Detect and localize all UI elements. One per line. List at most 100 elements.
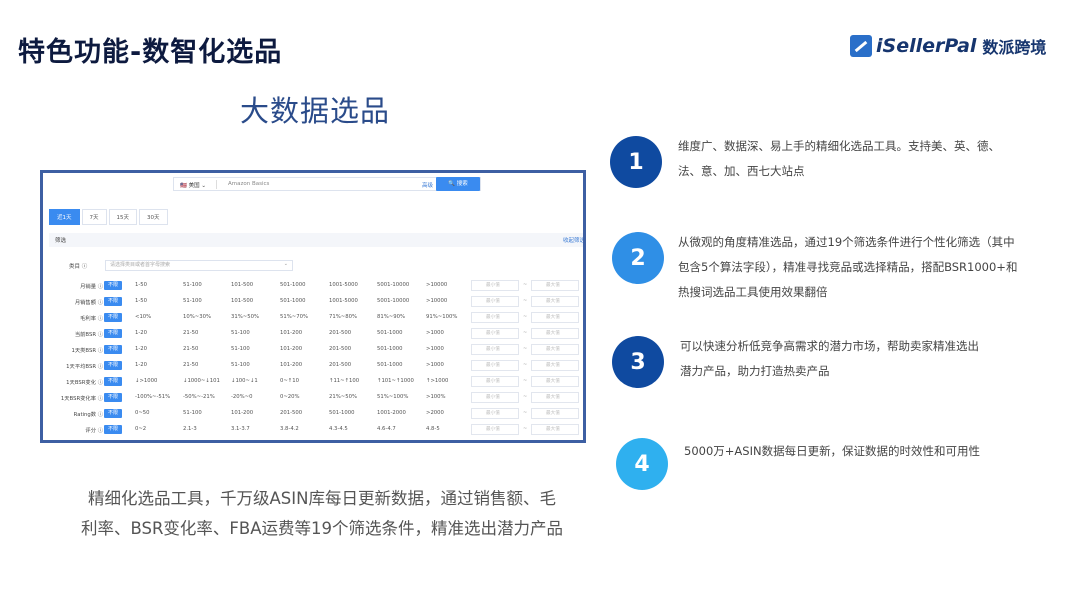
- filter-option[interactable]: 21-50: [183, 362, 198, 368]
- min-value-input[interactable]: 最小值: [471, 296, 519, 307]
- filter-option[interactable]: >1000: [426, 330, 444, 336]
- filter-option[interactable]: >1000: [426, 346, 444, 352]
- filter-option[interactable]: ↓1000~↓101: [183, 378, 220, 384]
- min-value-input[interactable]: 最小值: [471, 280, 519, 291]
- filter-option[interactable]: >10000: [426, 298, 447, 304]
- filter-option[interactable]: 1-20: [135, 346, 147, 352]
- filter-option[interactable]: 21-50: [183, 346, 198, 352]
- filter-option[interactable]: 4.3-4.5: [329, 426, 348, 432]
- filter-option[interactable]: 1001-2000: [377, 410, 406, 416]
- filter-option[interactable]: 501-1000: [377, 362, 403, 368]
- filter-option[interactable]: 4.8-5: [426, 426, 440, 432]
- filter-option[interactable]: 201-500: [329, 346, 351, 352]
- filter-option[interactable]: 1-50: [135, 298, 147, 304]
- filter-option[interactable]: 51%~70%: [280, 314, 308, 320]
- filter-option[interactable]: 201-500: [280, 410, 302, 416]
- max-value-input[interactable]: 最大值: [531, 312, 579, 323]
- filter-option[interactable]: -20%~0: [231, 394, 253, 400]
- filter-option[interactable]: 501-1000: [377, 330, 403, 336]
- max-value-input[interactable]: 最大值: [531, 280, 579, 291]
- filter-option[interactable]: 2.1-3: [183, 426, 197, 432]
- filter-option[interactable]: 51-100: [183, 282, 202, 288]
- filter-option[interactable]: 51%~100%: [377, 394, 408, 400]
- min-value-input[interactable]: 最小值: [471, 312, 519, 323]
- filter-option[interactable]: 201-500: [329, 442, 351, 443]
- filter-option[interactable]: ↓100~↓1: [231, 378, 258, 384]
- filter-option[interactable]: 201-500: [329, 362, 351, 368]
- filter-option[interactable]: >10000: [426, 282, 447, 288]
- category-select[interactable]: 请选择类目或者首字母搜索: [105, 260, 293, 271]
- filter-option[interactable]: 51-100: [231, 330, 250, 336]
- filter-option[interactable]: 0~20%: [280, 394, 300, 400]
- filter-option[interactable]: 51-100: [231, 346, 250, 352]
- filter-option[interactable]: 101-200: [280, 346, 302, 352]
- advanced-search-link[interactable]: 高级: [422, 181, 433, 189]
- country-select[interactable]: 🇺🇸 美国 ⌄: [180, 181, 206, 189]
- filter-option[interactable]: 1001-5000: [329, 298, 358, 304]
- filter-option[interactable]: 101-500: [231, 298, 253, 304]
- filter-option[interactable]: 0~10: [135, 442, 150, 443]
- filter-option[interactable]: 501-1000: [280, 282, 306, 288]
- unlimited-button[interactable]: 不限: [104, 297, 122, 306]
- max-value-input[interactable]: 最大值: [531, 296, 579, 307]
- unlimited-button[interactable]: 不限: [104, 377, 122, 386]
- filter-option[interactable]: 4.6-4.7: [377, 426, 396, 432]
- filter-option[interactable]: 51-100: [183, 410, 202, 416]
- filter-option[interactable]: 1-50: [135, 282, 147, 288]
- filter-option[interactable]: ↑>1000: [426, 378, 448, 384]
- filter-option[interactable]: ↓>1000: [135, 378, 157, 384]
- filter-option[interactable]: 31%~50%: [231, 314, 259, 320]
- filter-option[interactable]: ↑11~↑100: [329, 378, 359, 384]
- filter-option[interactable]: 51-100: [183, 298, 202, 304]
- tab-15days[interactable]: 15天: [108, 209, 137, 225]
- filter-option[interactable]: 101-200: [280, 330, 302, 336]
- filter-option[interactable]: 0~2: [135, 426, 146, 432]
- max-value-input[interactable]: 最大值: [531, 392, 579, 403]
- filter-option[interactable]: 11-50: [183, 442, 198, 443]
- filter-option[interactable]: 101-200: [231, 410, 253, 416]
- filter-option[interactable]: 3.1-3.7: [231, 426, 250, 432]
- filter-option[interactable]: 1-20: [135, 330, 147, 336]
- max-value-input[interactable]: 最大值: [531, 360, 579, 371]
- filter-option[interactable]: >1000: [426, 362, 444, 368]
- filter-option[interactable]: 501-1000: [377, 442, 403, 443]
- unlimited-button[interactable]: 不限: [104, 441, 122, 443]
- max-value-input[interactable]: 最大值: [531, 376, 579, 387]
- filter-option[interactable]: 201-500: [329, 330, 351, 336]
- max-value-input[interactable]: 最大值: [531, 408, 579, 419]
- filter-option[interactable]: 10%~30%: [183, 314, 211, 320]
- max-value-input[interactable]: 最大值: [531, 440, 579, 443]
- collapse-filter-link[interactable]: 收起筛选: [563, 236, 583, 244]
- filter-option[interactable]: 101-500: [231, 282, 253, 288]
- min-value-input[interactable]: 最小值: [471, 344, 519, 355]
- filter-option[interactable]: 1001-5000: [329, 282, 358, 288]
- tab-1day[interactable]: 近1天: [49, 209, 80, 225]
- filter-option[interactable]: 81%~90%: [377, 314, 405, 320]
- filter-option[interactable]: 101-200: [280, 442, 302, 443]
- min-value-input[interactable]: 最小值: [471, 424, 519, 435]
- filter-option[interactable]: <10%: [135, 314, 151, 320]
- filter-option[interactable]: ↑101~↑1000: [377, 378, 414, 384]
- filter-option[interactable]: 0~↑10: [280, 378, 299, 384]
- max-value-input[interactable]: 最大值: [531, 328, 579, 339]
- min-value-input[interactable]: 最小值: [471, 328, 519, 339]
- search-button[interactable]: 🔍 搜索: [436, 177, 480, 191]
- unlimited-button[interactable]: 不限: [104, 409, 122, 418]
- filter-option[interactable]: 51-100: [231, 442, 250, 443]
- filter-option[interactable]: 21-50: [183, 330, 198, 336]
- filter-option[interactable]: 501-1000: [329, 410, 355, 416]
- filter-option[interactable]: 501-1000: [377, 346, 403, 352]
- filter-option[interactable]: 3.8-4.2: [280, 426, 299, 432]
- search-input[interactable]: Amazon Basics: [228, 181, 269, 187]
- max-value-input[interactable]: 最大值: [531, 344, 579, 355]
- tab-30days[interactable]: 30天: [139, 209, 168, 225]
- filter-option[interactable]: 5001-10000: [377, 282, 409, 288]
- filter-option[interactable]: 0~50: [135, 410, 150, 416]
- filter-option[interactable]: >2000: [426, 410, 444, 416]
- filter-option[interactable]: >100%: [426, 394, 446, 400]
- unlimited-button[interactable]: 不限: [104, 281, 122, 290]
- max-value-input[interactable]: 最大值: [531, 424, 579, 435]
- filter-option[interactable]: -50%~-21%: [183, 394, 215, 400]
- filter-option[interactable]: 1-20: [135, 362, 147, 368]
- unlimited-button[interactable]: 不限: [104, 313, 122, 322]
